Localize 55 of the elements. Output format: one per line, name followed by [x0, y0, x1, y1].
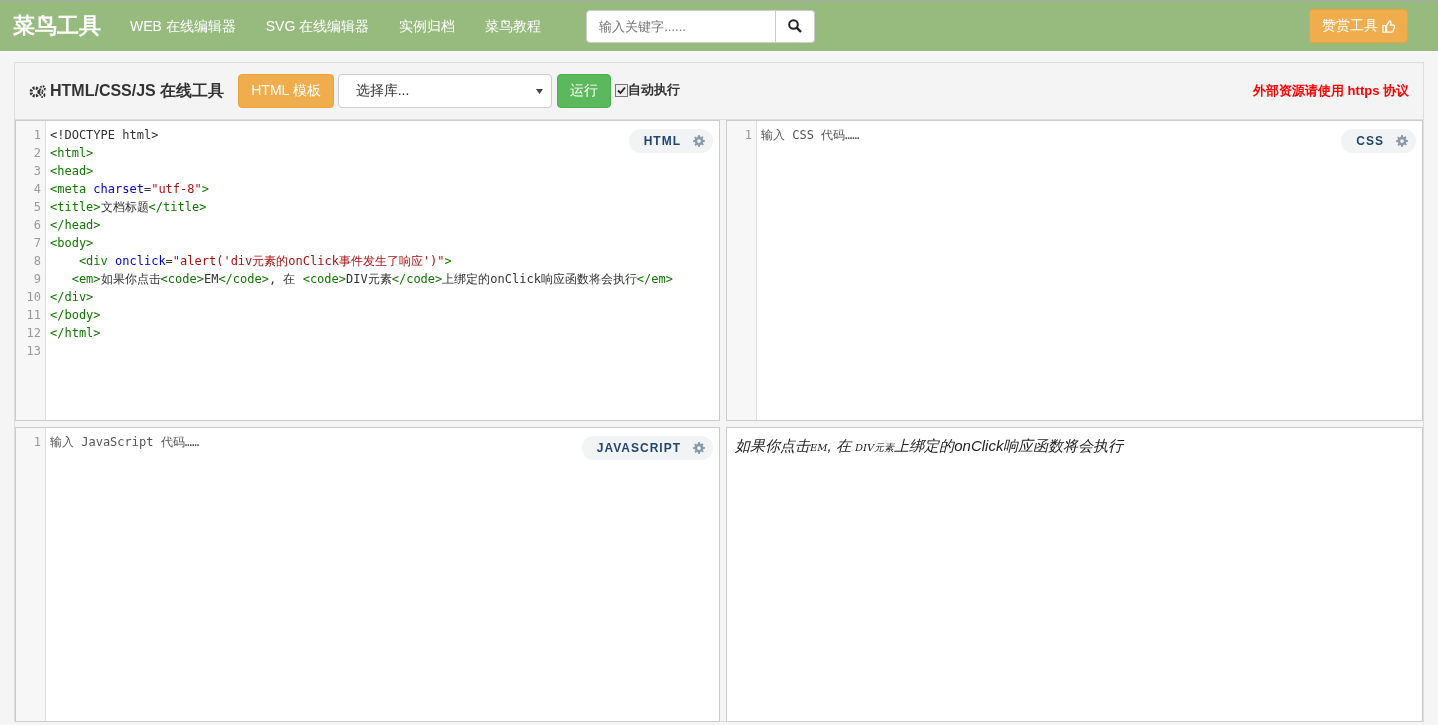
code-input[interactable]: 输入 JavaScript 代码……	[50, 433, 200, 451]
code-line: </div>	[50, 289, 94, 306]
donate-button[interactable]: 赞赏工具	[1309, 9, 1408, 43]
run-button[interactable]: 运行	[556, 74, 611, 108]
code-line: <div onclick="alert('div元素的onClick事件发生了响应')">	[77, 253, 452, 270]
code-line: <!DOCTYPE html>	[50, 127, 159, 144]
nav-link[interactable]: WEB 在线编辑器	[115, 17, 251, 34]
auto-run-label: 自动执行	[627, 81, 680, 99]
code-line: </html>	[50, 325, 101, 342]
result-text: 如果你点击EM, 在 DIV元素上绑定的onClick响应函数将会执行	[735, 437, 1126, 456]
nav-link[interactable]: SVG 在线编辑器	[250, 17, 385, 34]
line-number: 8	[32, 253, 42, 270]
line-number: 2	[32, 145, 42, 162]
line-number: 3	[32, 163, 42, 180]
line-number: 10	[25, 289, 42, 306]
line-number: 1	[32, 434, 42, 451]
line-number: 5	[32, 199, 42, 216]
code-line: <em>如果你点击<code>EM</code>, 在 <code>DIV元素</code>上绑定的onClick响应函数将会执行</em>	[70, 271, 673, 288]
settings-icon[interactable]	[693, 135, 705, 147]
template-button[interactable]: HTML 模板	[238, 74, 334, 108]
nav-link[interactable]: 实例归档	[384, 17, 471, 34]
gears-icon	[29, 84, 46, 98]
line-number: 9	[32, 271, 42, 288]
auto-run-checkbox[interactable]	[614, 83, 628, 97]
line-number: 12	[25, 325, 42, 342]
line-number: 1	[32, 127, 42, 144]
caret-icon	[535, 88, 543, 94]
code-input[interactable]: 输入 CSS 代码……	[761, 126, 860, 144]
code-line: <html>	[50, 145, 94, 162]
settings-icon[interactable]	[693, 442, 705, 454]
code-line: </body>	[50, 307, 101, 324]
code-line: <title>文档标题</title>	[50, 199, 207, 216]
line-number: 4	[32, 181, 42, 198]
code-line: <body>	[50, 235, 94, 252]
line-number: 1	[743, 127, 753, 144]
code-line: <meta charset="utf-8">	[50, 181, 209, 198]
line-number: 13	[25, 343, 42, 360]
tool-title: HTML/CSS/JS 在线工具	[50, 80, 225, 101]
search-button[interactable]	[776, 9, 816, 43]
line-number: 7	[32, 235, 42, 252]
library-select[interactable]: 选择库...	[337, 74, 552, 108]
line-number: 6	[32, 217, 42, 234]
language-badge[interactable]: CSS	[1341, 129, 1416, 153]
search-icon	[788, 19, 803, 33]
code-line: </head>	[50, 217, 101, 234]
language-badge[interactable]: HTML	[628, 129, 713, 153]
search-field[interactable]: 输入关键字......	[586, 9, 777, 43]
code-line: <head>	[50, 163, 94, 180]
site-logo[interactable]: 菜鸟工具	[13, 11, 101, 41]
nav-link[interactable]: 菜鸟教程	[470, 17, 557, 34]
https-notice: 外部资源请使用 https 协议	[1253, 82, 1409, 100]
settings-icon[interactable]	[1396, 135, 1408, 147]
line-number: 11	[25, 307, 42, 324]
thumbs-up-icon	[1382, 19, 1395, 33]
language-badge[interactable]: JAVASCRIPT	[581, 436, 713, 460]
